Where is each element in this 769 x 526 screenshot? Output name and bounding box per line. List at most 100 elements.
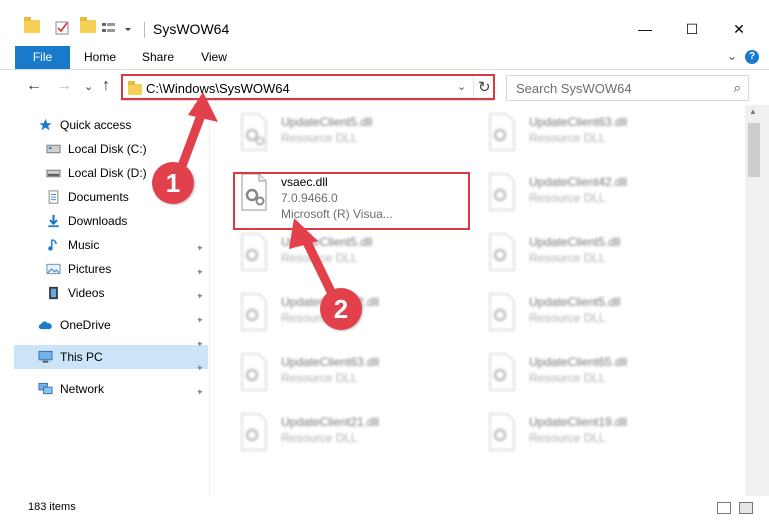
sidebar-item-label: OneDrive — [60, 318, 111, 332]
file-name: UpdateClient42.dll — [529, 175, 628, 189]
callout-badge-1: 1 — [152, 162, 194, 204]
file-highlight — [233, 172, 470, 230]
large-icons-view-icon[interactable] — [739, 502, 753, 514]
scroll-up-icon[interactable]: ▲ — [749, 107, 757, 116]
collapse-ribbon-icon[interactable]: ⌄ — [727, 49, 737, 63]
scrollbar-thumb[interactable] — [748, 123, 760, 177]
sidebar-item-label: Local Disk (C:) — [68, 142, 147, 156]
file-type: Resource DLL — [529, 131, 606, 145]
folder-icon — [24, 17, 40, 36]
search-input[interactable]: Search SysWOW64 — [516, 81, 632, 96]
tab-home[interactable]: Home — [78, 46, 122, 69]
details-view-icon[interactable] — [717, 502, 731, 514]
file-name: UpdateClient5.dll — [529, 235, 621, 249]
title-bar: SysWOW64 — ☐ ✕ — [0, 0, 769, 46]
file-type: Resource DLL — [281, 251, 358, 265]
file-name: UpdateClient63.dll — [281, 355, 380, 369]
callout-badge-2: 2 — [320, 288, 362, 330]
dll-file-icon — [489, 233, 515, 271]
sidebar-item-label: Pictures — [68, 262, 112, 276]
new-folder-icon[interactable] — [80, 17, 96, 36]
pin-icon: ✦ — [196, 339, 204, 349]
search-box[interactable]: Search SysWOW64 ⌕ — [506, 75, 749, 101]
dll-file-icon — [489, 173, 515, 211]
network-icon — [38, 382, 53, 395]
minimize-button[interactable]: — — [622, 16, 668, 42]
address-bar-highlight — [121, 74, 495, 100]
dll-file-icon — [489, 353, 515, 391]
item-count: 183 items — [28, 501, 76, 513]
pin-icon: ✦ — [196, 267, 204, 277]
file-type: Resource DLL — [529, 251, 606, 265]
file-tile[interactable]: UpdateClient19.dll Resource DLL — [481, 409, 711, 459]
back-button[interactable]: ← — [26, 77, 42, 95]
file-name: UpdateClient65.dll — [529, 355, 628, 369]
drive-icon — [46, 169, 61, 178]
file-tile[interactable]: UpdateClient5.dll Resource DLL — [481, 289, 711, 339]
tab-share[interactable]: Share — [136, 46, 180, 69]
file-tile[interactable]: UpdateClient5.dll Resource DLL — [233, 109, 463, 159]
file-tile[interactable]: UpdateClient63.dll Resource DLL — [481, 109, 711, 159]
window-title: SysWOW64 — [153, 21, 230, 37]
customize-toolbar-icon[interactable] — [101, 20, 131, 36]
dll-file-icon — [241, 353, 267, 391]
file-tile[interactable]: UpdateClient65.dll Resource DLL — [481, 349, 711, 399]
computer-icon — [38, 350, 53, 363]
dll-file-icon — [241, 233, 267, 271]
dll-file-icon — [241, 113, 267, 151]
dll-file-icon — [489, 293, 515, 331]
file-name: UpdateClient5.dll — [281, 235, 373, 249]
file-type: Resource DLL — [281, 431, 358, 445]
properties-icon[interactable] — [54, 20, 70, 36]
recent-locations-button[interactable]: ⌄ — [84, 80, 93, 93]
cloud-icon — [38, 321, 52, 330]
forward-button[interactable]: → — [56, 77, 72, 95]
title-separator — [144, 22, 145, 38]
help-icon[interactable]: ? — [745, 50, 759, 64]
sidebar-item-label: Quick access — [60, 118, 132, 132]
status-bar: 183 items — [0, 496, 769, 526]
file-type: Resource DLL — [281, 371, 358, 385]
vertical-scrollbar[interactable]: ▲ — [745, 105, 769, 496]
file-type: Resource DLL — [281, 131, 358, 145]
ribbon-tabs: File Home Share View ⌄ ? — [0, 46, 769, 70]
file-list: UpdateClient5.dll Resource DLL vsaec.dll… — [211, 105, 745, 496]
sidebar-item-label: Documents — [68, 190, 129, 204]
file-tile[interactable]: UpdateClient5.dll Resource DLL — [481, 229, 711, 279]
pictures-icon — [46, 263, 61, 275]
file-name: UpdateClient63.dll — [529, 115, 628, 129]
dll-file-icon — [241, 413, 267, 451]
videos-icon — [49, 286, 58, 300]
file-type: Resource DLL — [529, 191, 606, 205]
file-type: Resource DLL — [529, 371, 606, 385]
up-button[interactable]: ↑ — [102, 77, 110, 95]
pin-icon: ✦ — [196, 315, 204, 325]
star-icon — [39, 118, 52, 131]
pin-icon: ✦ — [196, 291, 204, 301]
file-name: UpdateClient21.dll — [281, 415, 380, 429]
pin-icon: ✦ — [196, 363, 204, 373]
sidebar-item-label: Local Disk (D:) — [68, 166, 147, 180]
file-tile[interactable]: UpdateClient21.dll Resource DLL — [233, 409, 463, 459]
drive-icon — [46, 144, 61, 154]
file-type: Resource DLL — [529, 431, 606, 445]
file-name: UpdateClient19.dll — [529, 415, 628, 429]
file-tile[interactable]: UpdateClient42.dll Resource DLL — [481, 169, 711, 219]
close-button[interactable]: ✕ — [716, 16, 762, 42]
music-icon — [48, 239, 57, 251]
pin-icon: ✦ — [196, 243, 204, 253]
dll-file-icon — [241, 293, 267, 331]
file-name: UpdateClient5.dll — [281, 115, 373, 129]
maximize-button[interactable]: ☐ — [669, 16, 715, 42]
file-tile[interactable]: UpdateClient5.dll Resource DLL — [233, 229, 463, 279]
tab-file[interactable]: File — [15, 46, 70, 69]
tab-view[interactable]: View — [192, 46, 236, 69]
file-type: Resource DLL — [529, 311, 606, 325]
pin-icon: ✦ — [196, 387, 204, 397]
dll-file-icon — [489, 113, 515, 151]
sidebar-item-label: Downloads — [68, 214, 128, 228]
sidebar-item-label: This PC — [60, 350, 103, 364]
sidebar-item-label: Music — [68, 238, 100, 252]
documents-icon — [48, 190, 59, 204]
file-tile[interactable]: UpdateClient63.dll Resource DLL — [233, 349, 463, 399]
